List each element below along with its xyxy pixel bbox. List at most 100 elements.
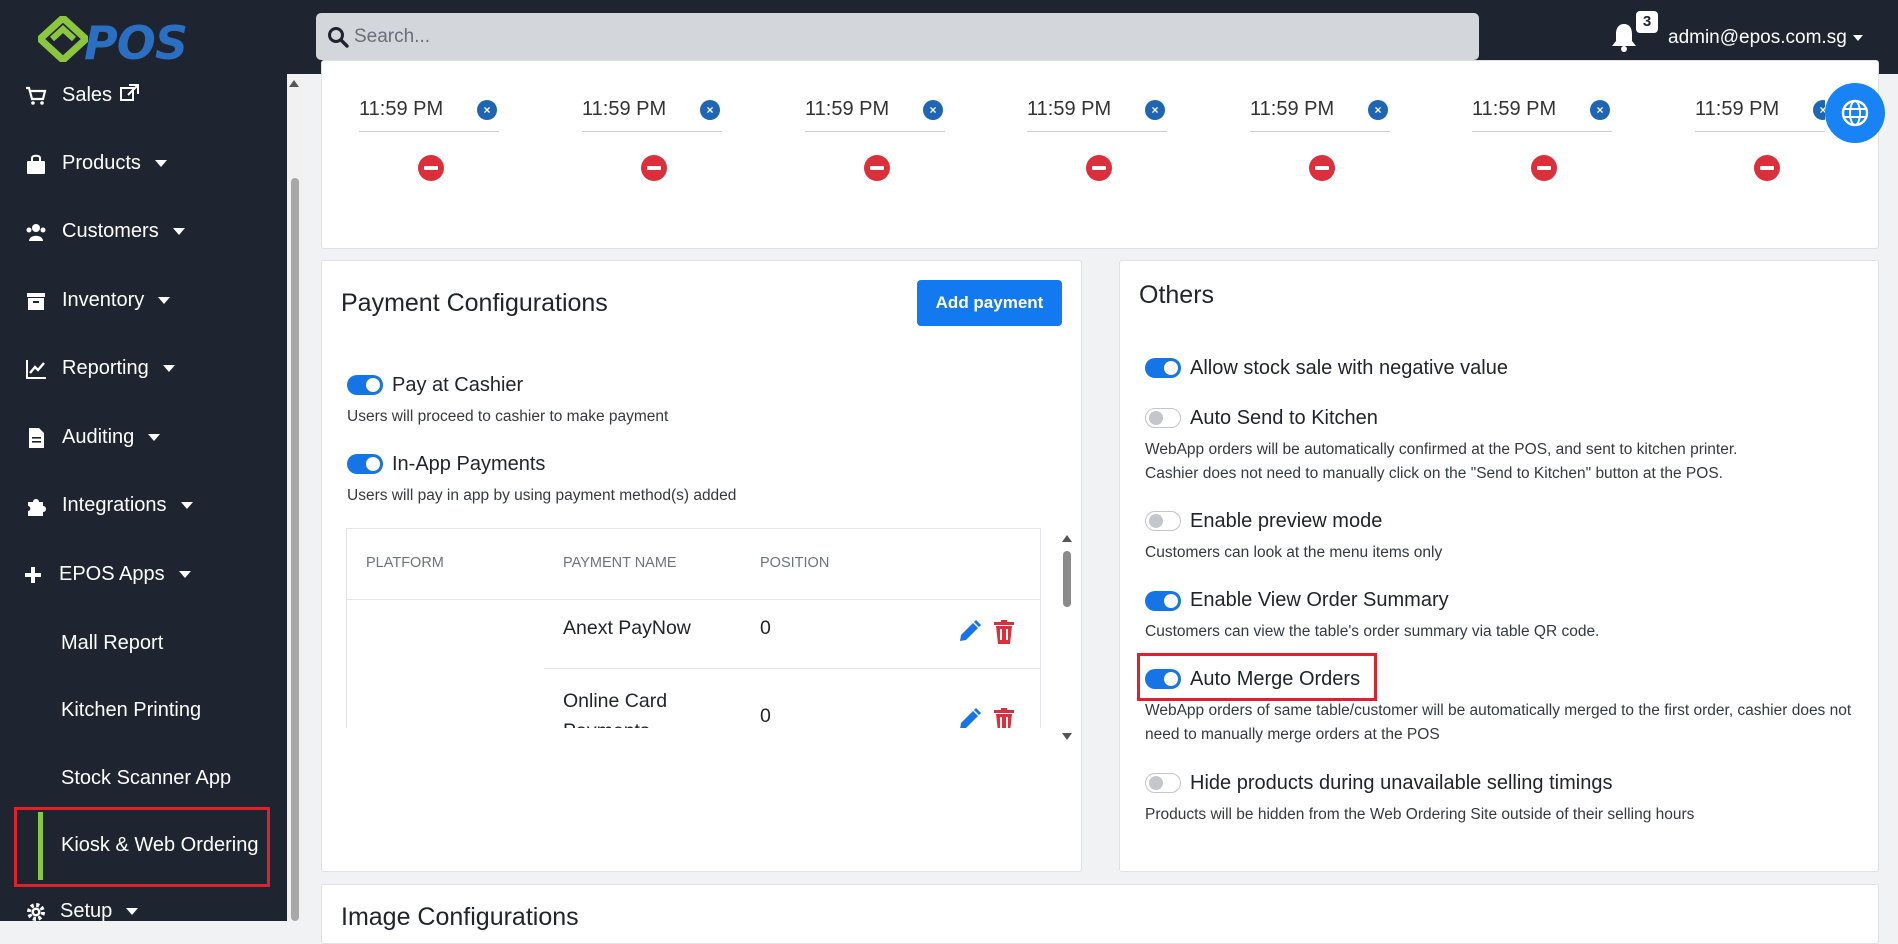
gear-icon — [27, 903, 45, 921]
others-title: Others — [1139, 281, 1215, 309]
chevron-down-icon — [1852, 34, 1863, 41]
hide-products-toggle[interactable] — [1145, 773, 1181, 793]
puzzle-icon — [28, 499, 46, 516]
caret-down-icon — [172, 228, 185, 236]
view-order-summary-label: Enable View Order Summary — [1190, 589, 1449, 611]
remove-timing-icon[interactable] — [641, 155, 667, 181]
sidebar-subitem-mall-report[interactable]: Mall Report — [61, 632, 163, 655]
preview-mode-label: Enable preview mode — [1190, 510, 1383, 532]
caret-down-icon — [158, 297, 171, 305]
timing-column: 11:59 PM × — [359, 90, 504, 190]
caret-down-icon — [162, 365, 175, 373]
sidebar-item-sales[interactable]: Sales — [0, 76, 287, 116]
time-input[interactable]: 11:59 PM — [1695, 98, 1825, 132]
sidebar-item-epos-apps[interactable]: EPOS Apps — [0, 555, 287, 595]
timing-column: 11:59 PM × — [805, 90, 950, 190]
table-header-position: POSITION — [760, 555, 830, 571]
auto-merge-orders-toggle[interactable] — [1145, 669, 1181, 689]
in-app-payments-desc: Users will pay in app by using payment m… — [347, 487, 737, 504]
scroll-up-arrow-icon[interactable] — [289, 80, 299, 87]
sidebar-item-label: EPOS Apps — [59, 563, 165, 585]
timing-column: 11:59 PM × — [1472, 90, 1617, 190]
sidebar-item-label: Sales — [62, 84, 113, 106]
sidebar-item-reporting[interactable]: Reporting — [0, 349, 287, 389]
clear-time-icon[interactable]: × — [923, 100, 943, 120]
sidebar-item-label: Inventory — [62, 289, 145, 311]
auto-send-kitchen-desc: WebApp orders will be automatically conf… — [1145, 441, 1738, 482]
user-email: admin@epos.com.sg — [1668, 27, 1847, 48]
preview-mode-toggle[interactable] — [1145, 511, 1181, 531]
table-header-divider — [347, 599, 1040, 600]
sidebar-item-inventory[interactable]: Inventory — [0, 281, 287, 321]
clear-time-icon[interactable]: × — [477, 100, 497, 120]
edit-icon[interactable] — [956, 619, 982, 645]
row-divider — [544, 668, 1040, 669]
remove-timing-icon[interactable] — [418, 155, 444, 181]
hide-products-desc: Products will be hidden from the Web Ord… — [1145, 806, 1695, 823]
allow-negative-stock-toggle[interactable] — [1145, 358, 1181, 378]
table-scroll-down-icon[interactable] — [1062, 733, 1072, 740]
image-configurations-card: Image Configurations — [321, 884, 1879, 944]
pay-at-cashier-label: Pay at Cashier — [392, 374, 524, 396]
search-input[interactable] — [354, 13, 1454, 60]
table-scrollbar-thumb[interactable] — [1063, 551, 1071, 607]
sidebar-item-label: Integrations — [62, 494, 167, 516]
sidebar-item-products[interactable]: Products — [0, 144, 287, 184]
pay-at-cashier-desc: Users will proceed to cashier to make pa… — [347, 408, 669, 425]
users-icon — [26, 224, 46, 241]
add-payment-button[interactable]: Add payment — [917, 280, 1062, 326]
pay-at-cashier-toggle[interactable] — [347, 375, 383, 395]
timing-column: 11:59 PM × — [1027, 90, 1172, 190]
sidebar-item-auditing[interactable]: Auditing — [0, 418, 287, 458]
sidebar-subitem-kitchen-printing[interactable]: Kitchen Printing — [61, 699, 201, 722]
image-configurations-title: Image Configurations — [341, 903, 579, 931]
clear-time-icon[interactable]: × — [700, 100, 720, 120]
sidebar-item-label: Reporting — [62, 357, 149, 379]
clear-time-icon[interactable]: × — [1145, 100, 1165, 120]
row-position: 0 — [760, 705, 771, 727]
sidebar-item-label: Auditing — [62, 426, 135, 448]
sidebar-scrollbar-thumb[interactable] — [291, 178, 299, 921]
in-app-payments-toggle[interactable] — [347, 454, 383, 474]
remove-timing-icon[interactable] — [1086, 155, 1112, 181]
plus-icon — [25, 567, 41, 583]
remove-timing-icon[interactable] — [1309, 155, 1335, 181]
timing-column: 11:59 PM × — [582, 90, 727, 190]
clear-time-icon[interactable]: × — [1590, 100, 1610, 120]
table-header-payment-name: PAYMENT NAME — [563, 555, 677, 571]
sidebar-item-label: Customers — [62, 220, 159, 242]
chart-line-icon — [26, 360, 46, 379]
caret-down-icon — [148, 434, 161, 442]
view-order-summary-toggle[interactable] — [1145, 591, 1181, 611]
bell-icon[interactable] — [1610, 22, 1638, 52]
search-bar[interactable] — [316, 13, 1479, 60]
table-scroll-up-icon[interactable] — [1062, 535, 1072, 542]
language-button[interactable] — [1825, 83, 1885, 143]
remove-timing-icon[interactable] — [864, 155, 890, 181]
epos-logo[interactable]: POS — [38, 14, 188, 70]
user-menu[interactable]: admin@epos.com.sg — [1668, 27, 1863, 49]
timing-column: 11:59 PM × — [1250, 90, 1395, 190]
sidebar-item-integrations[interactable]: Integrations — [0, 486, 287, 526]
clear-time-icon[interactable]: × — [1368, 100, 1388, 120]
remove-timing-icon[interactable] — [1754, 155, 1780, 181]
notification-badge: 3 — [1636, 11, 1658, 33]
trash-icon[interactable] — [991, 707, 1017, 728]
globe-icon — [1841, 99, 1869, 127]
trash-icon[interactable] — [991, 619, 1017, 645]
row-payment-name: Online Card Payments — [563, 690, 668, 728]
auto-merge-orders-label: Auto Merge Orders — [1190, 668, 1361, 690]
preview-mode-desc: Customers can look at the menu items onl… — [1145, 544, 1443, 561]
timing-column: 11:59 PM × — [1695, 90, 1825, 190]
edit-icon[interactable] — [956, 707, 982, 728]
sidebar-item-setup[interactable]: Setup — [0, 892, 287, 921]
auto-send-kitchen-toggle[interactable] — [1145, 408, 1181, 428]
sidebar-item-label: Setup — [60, 900, 113, 921]
external-link-icon — [119, 84, 139, 101]
sidebar-item-customers[interactable]: Customers — [0, 212, 287, 252]
row-payment-name: Anext PayNow — [563, 617, 691, 639]
active-item-highlight — [14, 807, 270, 887]
sidebar-subitem-stock-scanner-app[interactable]: Stock Scanner App — [61, 767, 231, 790]
remove-timing-icon[interactable] — [1531, 155, 1557, 181]
payment-methods-table: PLATFORM PAYMENT NAME POSITION Anext Pay… — [346, 528, 1041, 728]
